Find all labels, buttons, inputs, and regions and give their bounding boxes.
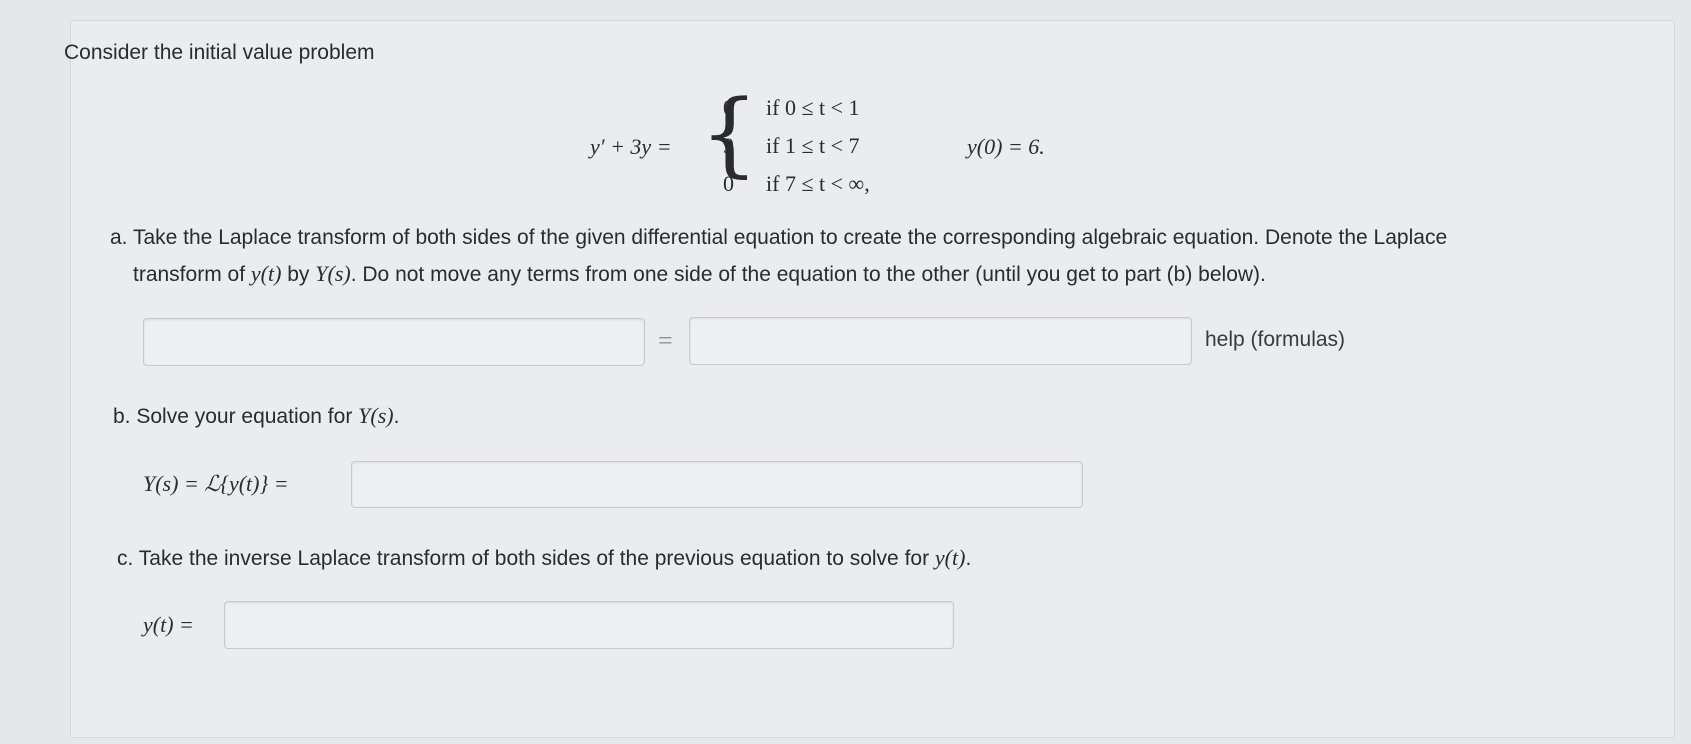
y-of-t-input[interactable] <box>224 601 954 649</box>
part-b-text: . <box>393 405 400 428</box>
y-of-t-math: y(t) <box>934 545 966 570</box>
part-a-text: . Do not move any terms from one side of… <box>350 263 1266 286</box>
laplace-lhs-input[interactable] <box>143 318 645 366</box>
case-3-value: 0 <box>723 171 734 196</box>
part-c-prompt: c. Take the inverse Laplace transform of… <box>117 545 971 571</box>
part-b-text: b. Solve your equation for <box>113 405 359 428</box>
part-a-line1: a. Take the Laplace transform of both si… <box>110 226 1448 249</box>
laplace-rhs-input[interactable] <box>689 317 1192 365</box>
part-c-text: . <box>965 547 972 570</box>
Y-of-s-input[interactable] <box>351 461 1083 508</box>
intro-text: Consider the initial value problem <box>64 41 375 64</box>
Y-of-s-math: Y(s) <box>358 403 394 428</box>
case-2-value: 9 <box>723 133 734 158</box>
part-a-line2: transform of y(t) by Y(s). Do not move a… <box>133 261 1266 287</box>
part-c-text: c. Take the inverse Laplace transform of… <box>117 547 935 570</box>
case-3-condition: if 7 ≤ t < ∞, <box>766 171 870 196</box>
part-b-prompt: b. Solve your equation for Y(s). <box>113 403 399 429</box>
equals-sign: = <box>658 326 673 355</box>
initial-condition: y(0) = 6. <box>967 134 1045 159</box>
case-1-condition: if 0 ≤ t < 1 <box>766 95 860 120</box>
Y-of-s-math: Y(s) <box>315 261 351 286</box>
part-a-text: by <box>281 263 316 286</box>
help-formulas-link[interactable]: help (formulas) <box>1205 328 1345 352</box>
case-1-value: 0 <box>723 95 734 120</box>
ode-lhs: y′ + 3y = <box>590 134 672 159</box>
y-of-t-math: y(t) <box>250 261 282 286</box>
case-2-condition: if 1 ≤ t < 7 <box>766 133 860 158</box>
Y-of-s-label: Y(s) = ℒ{y(t)} = <box>143 471 289 496</box>
part-a-text: transform of <box>133 263 251 286</box>
y-of-t-label: y(t) = <box>143 612 194 637</box>
